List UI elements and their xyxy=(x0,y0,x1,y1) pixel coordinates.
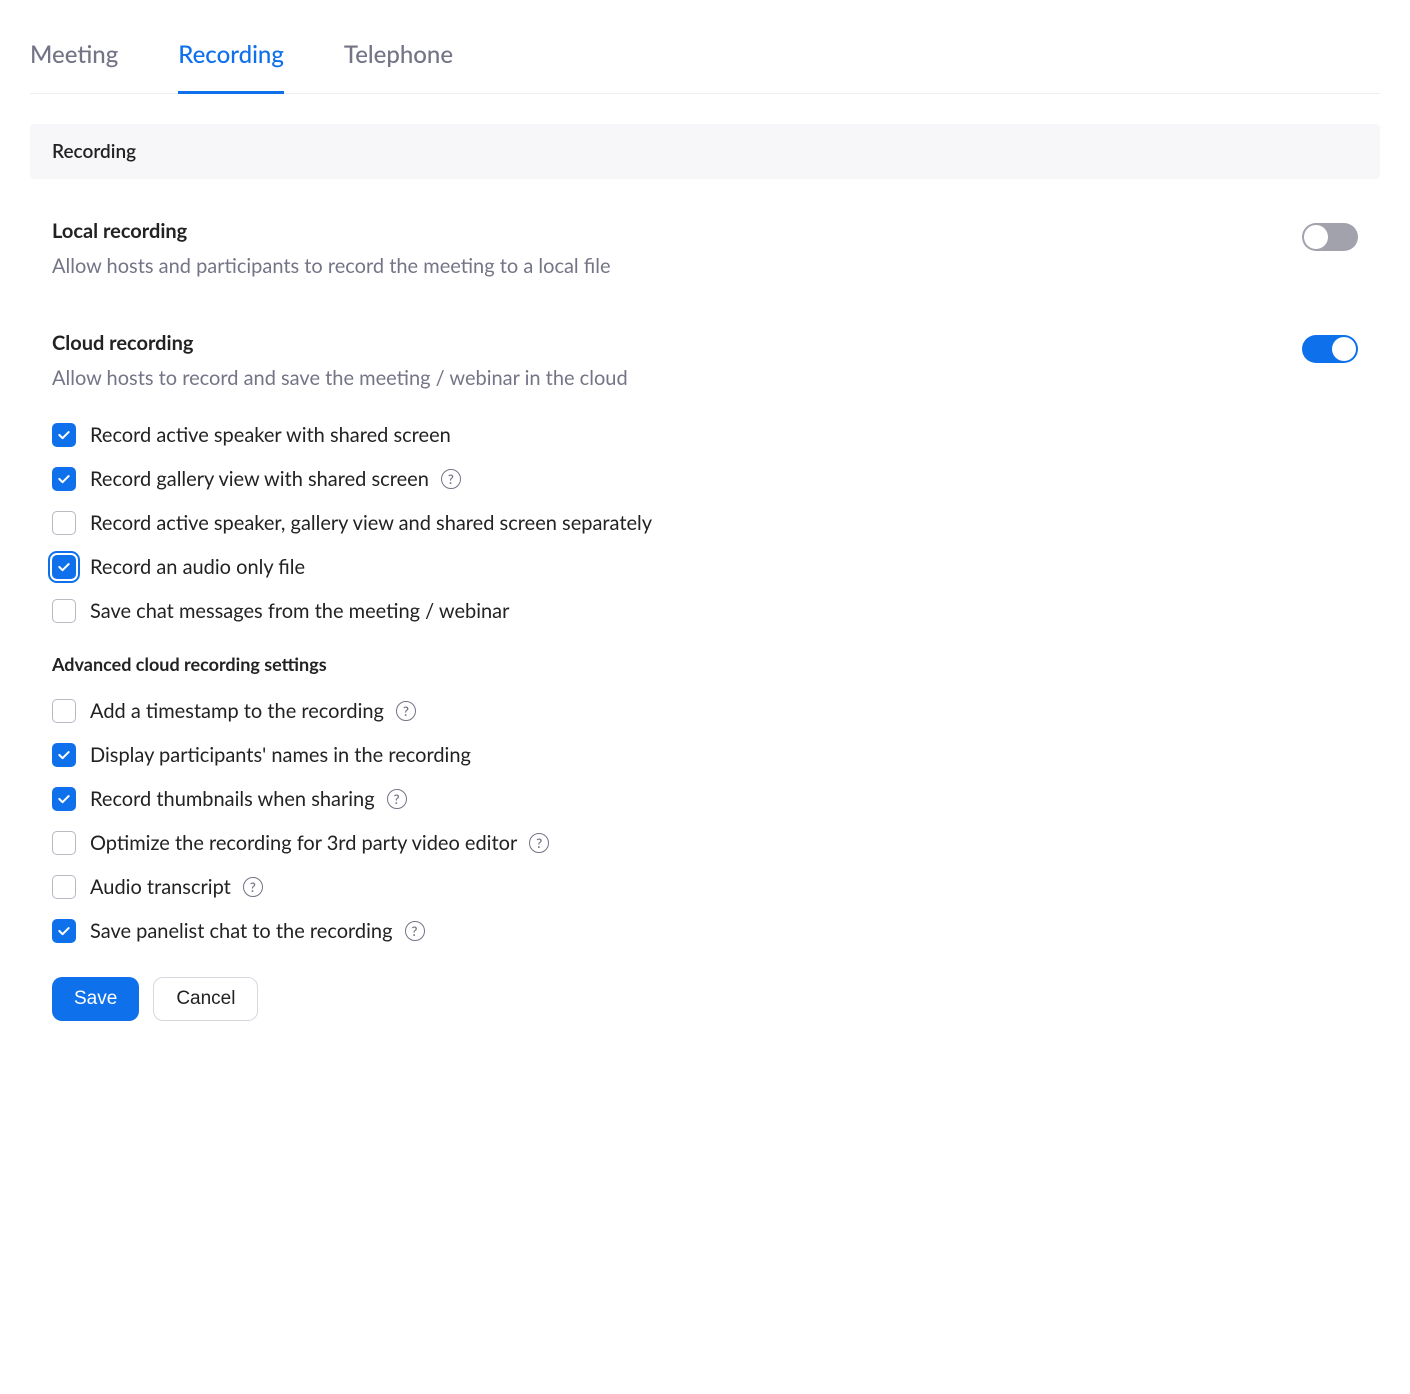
checkbox[interactable] xyxy=(52,787,76,811)
checkbox-label: Display participants' names in the recor… xyxy=(90,743,471,767)
list-item: Optimize the recording for 3rd party vid… xyxy=(52,831,1358,855)
cloud-recording-options: Record active speaker with shared screen… xyxy=(30,423,1380,623)
checkbox[interactable] xyxy=(52,875,76,899)
list-item: Save panelist chat to the recording? xyxy=(52,919,1358,943)
checkbox-label: Record thumbnails when sharing xyxy=(90,787,375,811)
help-icon[interactable]: ? xyxy=(529,833,549,853)
list-item: Record gallery view with shared screen? xyxy=(52,467,1358,491)
checkbox[interactable] xyxy=(52,511,76,535)
checkbox-label: Record gallery view with shared screen xyxy=(90,467,429,491)
checkbox-label: Optimize the recording for 3rd party vid… xyxy=(90,831,517,855)
list-item: Record thumbnails when sharing? xyxy=(52,787,1358,811)
list-item: Save chat messages from the meeting / we… xyxy=(52,599,1358,623)
action-buttons: Save Cancel xyxy=(30,963,1380,1021)
local-recording-desc: Allow hosts and participants to record t… xyxy=(52,251,952,281)
checkbox-label: Save panelist chat to the recording xyxy=(90,919,393,943)
checkbox[interactable] xyxy=(52,599,76,623)
help-icon[interactable]: ? xyxy=(243,877,263,897)
help-icon[interactable]: ? xyxy=(441,469,461,489)
toggle-knob xyxy=(1304,225,1328,249)
list-item: Display participants' names in the recor… xyxy=(52,743,1358,767)
settings-tabs: Meeting Recording Telephone xyxy=(30,30,1380,94)
local-recording-title: Local recording xyxy=(52,219,952,243)
list-item: Record active speaker, gallery view and … xyxy=(52,511,1358,535)
checkbox[interactable] xyxy=(52,743,76,767)
list-item: Add a timestamp to the recording? xyxy=(52,699,1358,723)
tab-recording[interactable]: Recording xyxy=(178,30,284,93)
checkbox[interactable] xyxy=(52,699,76,723)
cloud-recording-toggle[interactable] xyxy=(1302,335,1358,363)
help-icon[interactable]: ? xyxy=(387,789,407,809)
checkbox-label: Audio transcript xyxy=(90,875,231,899)
tab-meeting[interactable]: Meeting xyxy=(30,30,118,93)
cloud-recording-desc: Allow hosts to record and save the meeti… xyxy=(52,363,952,393)
list-item: Record an audio only file xyxy=(52,555,1358,579)
checkbox[interactable] xyxy=(52,423,76,447)
toggle-knob xyxy=(1332,337,1356,361)
checkbox-label: Add a timestamp to the recording xyxy=(90,699,384,723)
checkbox[interactable] xyxy=(52,831,76,855)
section-header-recording: Recording xyxy=(30,124,1380,179)
checkbox[interactable] xyxy=(52,467,76,491)
setting-local-recording: Local recording Allow hosts and particip… xyxy=(30,219,1380,281)
save-button[interactable]: Save xyxy=(52,977,139,1021)
help-icon[interactable]: ? xyxy=(396,701,416,721)
recording-panel: Recording Local recording Allow hosts an… xyxy=(30,124,1380,1021)
setting-cloud-recording: Cloud recording Allow hosts to record an… xyxy=(30,331,1380,393)
advanced-settings-heading: Advanced cloud recording settings xyxy=(30,643,1380,699)
advanced-recording-options: Add a timestamp to the recording? Display… xyxy=(30,699,1380,943)
tab-telephone[interactable]: Telephone xyxy=(344,30,453,93)
setting-info: Cloud recording Allow hosts to record an… xyxy=(52,331,952,393)
checkbox-label: Record an audio only file xyxy=(90,555,305,579)
cloud-recording-title: Cloud recording xyxy=(52,331,952,355)
checkbox-label: Save chat messages from the meeting / we… xyxy=(90,599,509,623)
help-icon[interactable]: ? xyxy=(405,921,425,941)
cancel-button[interactable]: Cancel xyxy=(153,977,258,1021)
setting-info: Local recording Allow hosts and particip… xyxy=(52,219,952,281)
list-item: Audio transcript? xyxy=(52,875,1358,899)
checkbox[interactable] xyxy=(52,555,76,579)
local-recording-toggle[interactable] xyxy=(1302,223,1358,251)
checkbox[interactable] xyxy=(52,919,76,943)
checkbox-label: Record active speaker with shared screen xyxy=(90,423,451,447)
list-item: Record active speaker with shared screen xyxy=(52,423,1358,447)
checkbox-label: Record active speaker, gallery view and … xyxy=(90,511,652,535)
